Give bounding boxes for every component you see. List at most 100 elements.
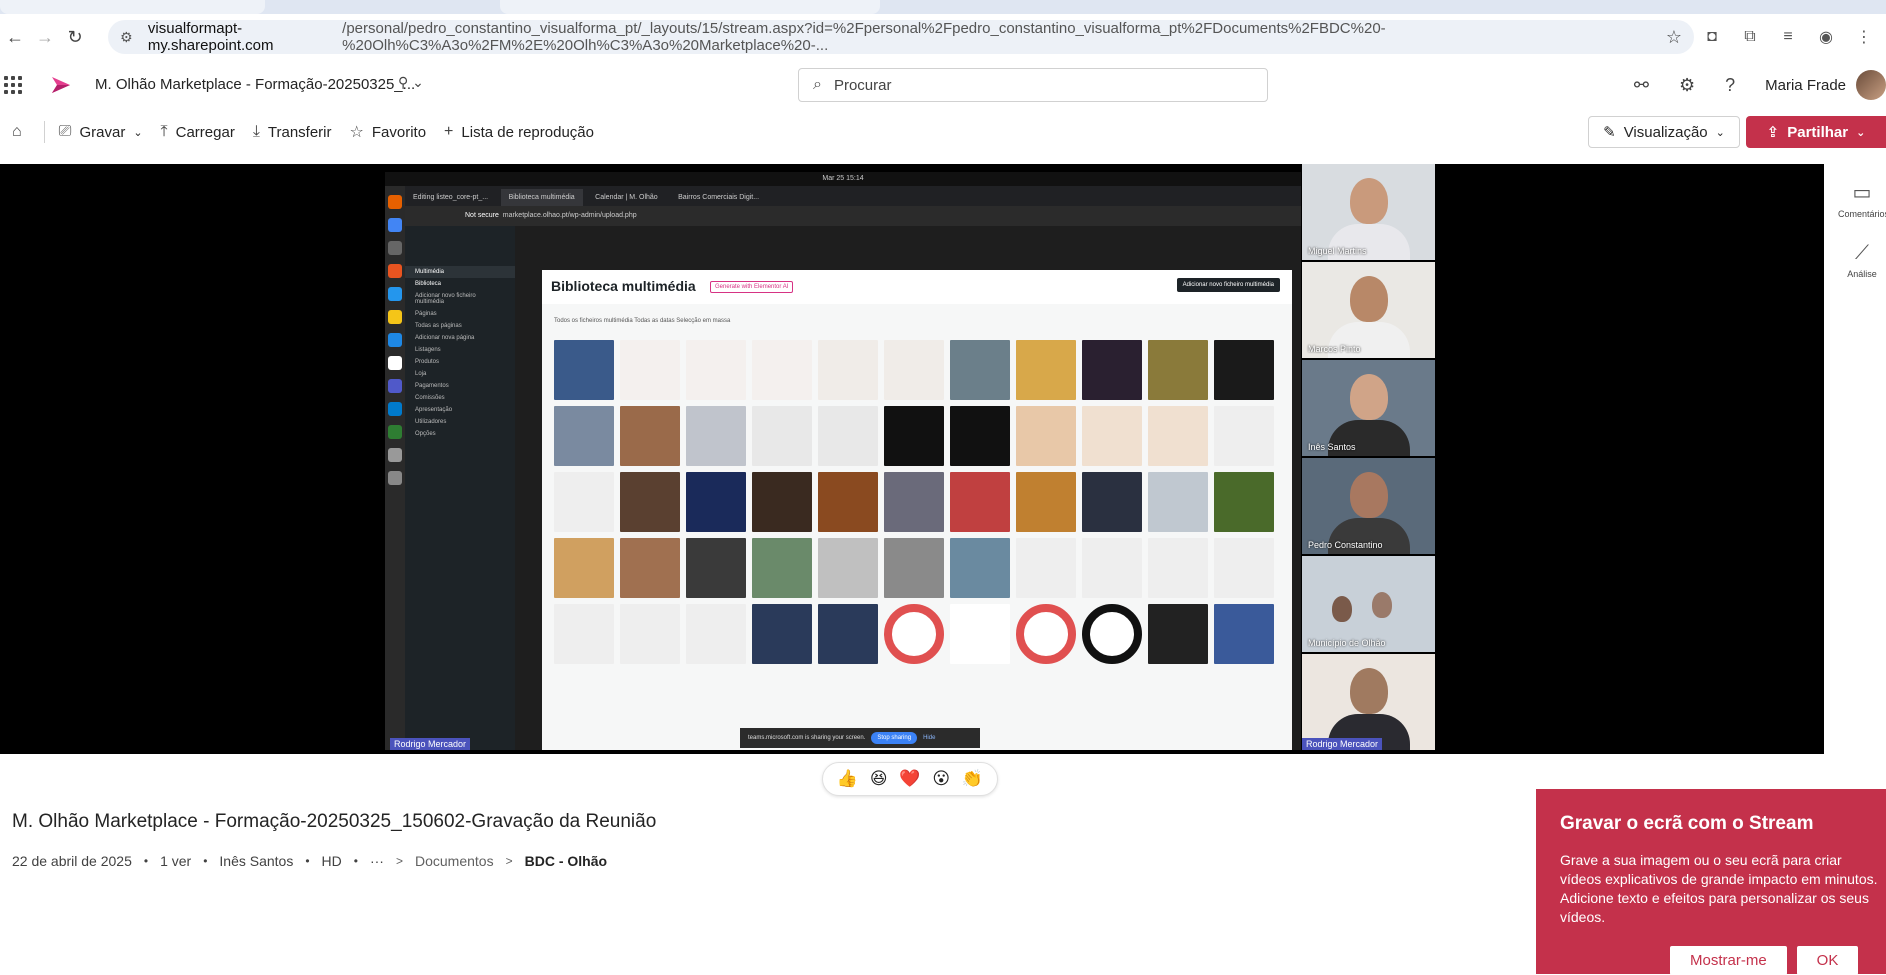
owner-name[interactable]: Inês Santos xyxy=(219,853,293,869)
participant-tile xyxy=(1302,654,1435,750)
playlist-button[interactable]: + Lista de reprodução xyxy=(444,123,594,141)
menu-icon[interactable]: ⋮ xyxy=(1854,27,1874,47)
comments-button[interactable]: ▭ Comentários xyxy=(1838,180,1886,219)
user-name[interactable]: Maria Frade xyxy=(1765,77,1846,94)
show-me-button[interactable]: Mostrar-me xyxy=(1670,946,1787,975)
wp-menu-item: Utilizadores xyxy=(415,419,447,425)
wp-menu-item: Loja xyxy=(415,371,427,377)
promo-body: Grave a sua imagem ou o seu ecrã para cr… xyxy=(1560,852,1878,925)
search-input[interactable]: ⌕ Procurar xyxy=(798,68,1268,102)
upload-button[interactable]: ⤒ Carregar xyxy=(161,123,235,141)
help-icon[interactable]: ? xyxy=(1725,75,1735,96)
chevron-down-icon: ⌄ xyxy=(133,126,143,139)
star-icon: ☆ xyxy=(349,124,364,141)
wp-menu-item: Opções xyxy=(415,431,436,437)
clap-reaction[interactable]: 👏 xyxy=(962,769,983,789)
add-media-button: Adicionar novo ficheiro multimédia xyxy=(1176,278,1280,292)
participant-name: Marcos Pinto xyxy=(1308,344,1361,354)
participant-name: Município de Olhão xyxy=(1308,638,1386,648)
address-bar[interactable]: ⚙ visualformapt-my.sharepoint.com/person… xyxy=(108,20,1694,54)
screen-wp-sidebar: Multimédia Biblioteca Adicionar novo fic… xyxy=(405,226,515,750)
download-label: Transferir xyxy=(267,123,332,141)
record-button[interactable]: ⎚ Gravar ⌄ xyxy=(59,123,143,141)
screen-tab: Bairros Comerciais Digit... xyxy=(678,194,760,201)
media-grid xyxy=(554,340,1274,664)
wp-menu-item: Listagens xyxy=(415,347,441,353)
breadcrumb-more[interactable]: ··· xyxy=(370,853,384,869)
wp-menu-item: Adicionar novo ficheiro multimédia xyxy=(415,293,476,305)
view-mode-button[interactable]: ✎ Visualização ⌄ xyxy=(1588,116,1740,148)
media-header: Biblioteca multimédia Generate with Elem… xyxy=(542,270,1292,304)
share-label: Partilhar xyxy=(1787,123,1849,141)
laugh-reaction[interactable]: 😆 xyxy=(870,769,888,789)
download-button[interactable]: ⤓ Transferir xyxy=(253,123,332,141)
share-button[interactable]: ⇪ Partilhar ⌄ xyxy=(1746,116,1886,148)
surprised-reaction[interactable]: 😮 xyxy=(932,769,950,789)
upload-date: 22 de abril de 2025 xyxy=(12,853,132,869)
app-header: M. Olhão Marketplace - Formação-20250325… xyxy=(0,60,1886,110)
video-player[interactable]: Mar 25 15:14 Editing listeo_core-pt_... … xyxy=(0,164,1824,754)
wp-menu-item: Páginas xyxy=(415,311,437,317)
thumbs-up-reaction[interactable]: 👍 xyxy=(837,769,858,789)
comments-label: Comentários xyxy=(1838,209,1886,219)
bookmark-star-icon[interactable]: ☆ xyxy=(1666,27,1682,48)
generate-button: Generate with Elementor AI xyxy=(710,281,794,293)
participant-name: Miguel Martins xyxy=(1308,246,1367,256)
browser-tab[interactable] xyxy=(0,0,265,14)
chevron-right-icon: > xyxy=(505,854,513,868)
breadcrumb-folder[interactable]: BDC - Olhão xyxy=(525,853,607,869)
command-bar: ⌂ ⎚ Gravar ⌄ ⤒ Carregar ⤓ Transferir ☆ Favori… xyxy=(0,110,1886,154)
analytics-button[interactable]: ⟋ Análise xyxy=(1838,242,1886,279)
participant-face xyxy=(1332,596,1352,622)
breadcrumb-documents[interactable]: Documentos xyxy=(415,853,494,869)
header-actions: ⚯ ⚙ ? Maria Frade xyxy=(1634,60,1886,110)
screen-not-secure: Not secure xyxy=(465,212,499,219)
extensions-icon[interactable]: ⧉ xyxy=(1740,28,1760,46)
app-launcher-icon[interactable] xyxy=(4,76,22,94)
screen-share-notice: teams.microsoft.com is sharing your scre… xyxy=(740,728,980,748)
title-options-icon[interactable]: ⚲ ⌄ xyxy=(398,74,424,91)
ok-button[interactable]: OK xyxy=(1796,946,1859,975)
participant-face xyxy=(1350,276,1388,322)
wp-menu-item: Apresentação xyxy=(415,407,453,413)
participant-face xyxy=(1350,178,1388,224)
browser-tab[interactable] xyxy=(500,0,880,14)
screen-tab: Calendar | M. Olhão xyxy=(595,194,658,201)
screen-address: Not secure marketplace.olhao.pt/wp-admin… xyxy=(405,206,1301,226)
browser-toolbar: ← → ↻ ⚙ visualformapt-my.sharepoint.com /… xyxy=(0,14,1886,60)
forward-icon[interactable]: → xyxy=(30,22,60,52)
record-label: Gravar xyxy=(79,123,126,141)
screen-dock xyxy=(385,186,405,750)
favorite-button[interactable]: ☆ Favorito xyxy=(350,122,427,142)
back-icon[interactable]: ← xyxy=(0,22,30,52)
avatar[interactable] xyxy=(1856,70,1886,100)
screen-tabs: Editing listeo_core-pt_... Biblioteca mu… xyxy=(405,186,1301,206)
media-heading: Biblioteca multimédia xyxy=(551,278,696,294)
separator-dot: • xyxy=(143,854,149,868)
wp-menu-item: Todas as páginas xyxy=(415,323,462,329)
wp-menu-item: Pagamentos xyxy=(415,383,449,389)
separator-dot: • xyxy=(305,854,310,868)
camera-icon[interactable]: ◘ xyxy=(1702,28,1722,46)
heart-reaction[interactable]: ❤️ xyxy=(899,769,920,789)
participant-name: Inês Santos xyxy=(1308,442,1356,452)
reload-icon[interactable]: ↻ xyxy=(60,22,90,52)
wp-menu-item: Multimédia xyxy=(405,266,515,278)
media-icon[interactable]: ≡ xyxy=(1778,28,1798,46)
url-path: /personal/pedro_constantino_visualforma_… xyxy=(342,20,1386,54)
media-filters: Todos os ficheiros multimédia Todas as d… xyxy=(554,318,731,324)
stream-promo-card: Gravar o ecrã com o Stream Grave a sua i… xyxy=(1536,789,1886,975)
share-notice-text: teams.microsoft.com is sharing your scre… xyxy=(748,735,866,741)
share-icon: ⇪ xyxy=(1766,124,1780,141)
screen-tab: Biblioteca multimédia xyxy=(500,189,583,206)
record-icon: ⎚ xyxy=(58,123,72,140)
screen-clock: Mar 25 15:14 xyxy=(385,172,1301,186)
settings-icon[interactable]: ⚙ xyxy=(1679,75,1695,96)
document-title[interactable]: M. Olhão Marketplace - Formação-20250325… xyxy=(95,76,415,93)
profile-icon[interactable]: ◉ xyxy=(1816,27,1836,47)
home-button[interactable]: ⌂ xyxy=(12,123,30,141)
site-info-icon[interactable]: ⚙ xyxy=(120,29,136,45)
connect-icon[interactable]: ⚯ xyxy=(1634,75,1649,96)
chevron-down-icon: ⌄ xyxy=(1856,126,1866,139)
participant-face xyxy=(1372,592,1392,618)
